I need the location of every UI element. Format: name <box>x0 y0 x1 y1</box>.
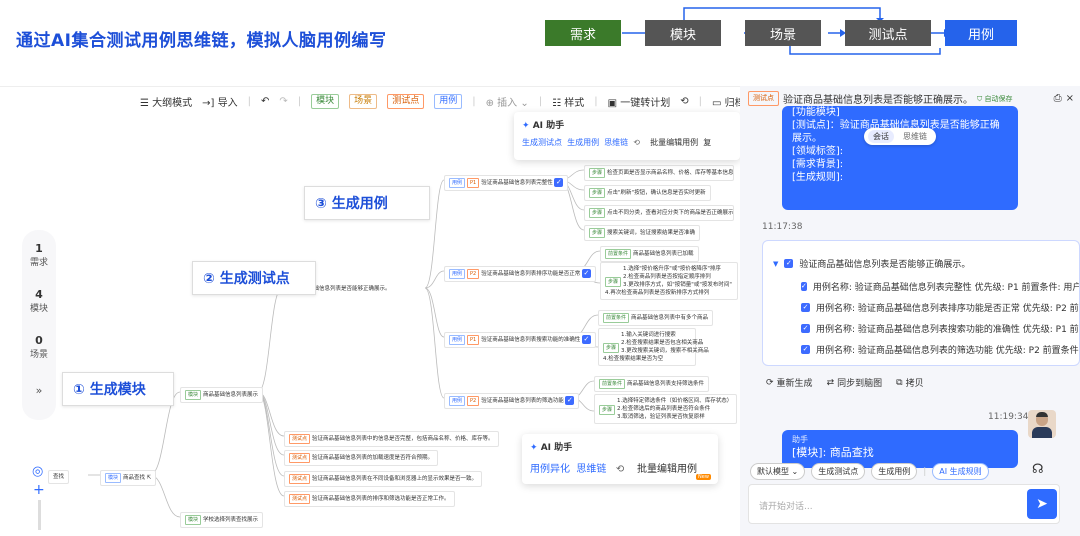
step-node[interactable]: 步骤 1.选择"按价格升序"或"按价格降序"排序 2.检查商品列表是否按指定顺序排… <box>600 262 738 300</box>
sync-mindmap-button[interactable]: ⇄ 同步到脑图 <box>826 376 883 390</box>
step-node[interactable]: 步骤 检查页面是否显示商品名称、价格、库存等基本信息 <box>584 165 734 181</box>
autosave-status: ⛉ 自动保存 <box>977 94 1013 103</box>
checkbox-checked-icon[interactable]: ✓ <box>581 335 591 344</box>
precondition-node[interactable]: 前置条件 商品基础信息列表已加载 <box>600 246 699 262</box>
quick-generate-case[interactable]: 生成用例 <box>871 463 918 480</box>
checkbox-checked-icon[interactable]: ✓ <box>801 303 810 312</box>
ai-tabs: 生成测试点 生成用例 思维链 ⟲ 批量编辑用例 复 <box>522 137 711 148</box>
tab-chain-of-thought[interactable]: 思维链 <box>604 138 628 147</box>
headset-icon[interactable]: ☊ <box>1032 462 1044 477</box>
ai-tabs: 用例异化 思维链 ⟲ 批量编辑用例 <box>530 460 697 475</box>
more-button[interactable]: 复 <box>703 138 711 147</box>
chevron-down-icon: ⌄ <box>791 467 799 476</box>
testpoint-node[interactable]: 测试点 验证商品基础信息列表在不同设备和浏览器上的显示效果是否一致。 <box>284 471 483 487</box>
flow-step-scene: 场景 <box>745 20 821 46</box>
card-actions: ⟳ 重新生成 ⇄ 同步到脑图 ⧉ 拷贝 <box>766 376 924 390</box>
testpoint-node[interactable]: 测试点 验证商品基础信息列表的加载速度是否符合预期。 <box>284 450 439 466</box>
model-select[interactable]: 默认模型 ⌄ <box>750 463 806 480</box>
case-node[interactable]: 用例 P1 验证商品基础信息列表搜索功能的准确性 ✓ <box>444 332 596 348</box>
send-icon[interactable]: ➤ <box>1027 489 1057 519</box>
ai-assistant-title: ✦ AI 助手 <box>522 121 565 131</box>
step-node[interactable]: 步骤 1.选择特定筛选条件（如价格区间、库存状态） 2.检查筛选后的商品列表是否符… <box>594 394 738 424</box>
toggle-chain[interactable]: 思维链 <box>898 130 932 143</box>
sync-icon: ⇄ <box>826 377 835 388</box>
ai-logo-icon: ✦ <box>522 121 533 131</box>
step-node[interactable]: 步骤 搜索关键词，验证搜索结果是否准确 <box>584 225 701 241</box>
avatar <box>1028 410 1056 438</box>
quick-generate-testpoint[interactable]: 生成测试点 <box>811 463 866 480</box>
close-icon[interactable]: × <box>1066 93 1074 104</box>
chat-input-placeholder: 请开始对话... <box>759 502 813 512</box>
toggle-session[interactable]: 会话 <box>868 130 894 143</box>
step-label-generate-testpoint: ② 生成测试点 <box>192 261 316 295</box>
timestamp: 11:19:34 <box>988 412 1029 422</box>
user-message-bubble: [功能模块] [测试点]：验证商品基础信息列表是否能够正确展示。 [领域标签]:… <box>782 106 1018 210</box>
flow-step-testpoint: 测试点 <box>845 20 931 46</box>
checkbox-checked-icon[interactable]: ✓ <box>581 269 591 278</box>
case-node[interactable]: 用例 P2 验证商品基础信息列表的筛选功能 ✓ <box>444 393 580 409</box>
case-node[interactable]: 用例 P2 验证商品基础信息列表排序功能是否正常 ✓ <box>444 266 596 282</box>
step-label-generate-case: ③ 生成用例 <box>304 186 430 220</box>
case-group-title: ▼ ✓ 验证商品基础信息列表是否能够正确展示。 <box>773 259 971 270</box>
case-item[interactable]: ✓ 用例名称: 验证商品基础信息列表完整性 优先级: P1 前置条件: 用户 <box>763 276 1079 297</box>
batch-edit-button[interactable]: 批量编辑用例 <box>637 464 697 475</box>
ai-logo-icon: ✦ <box>530 443 541 453</box>
caret-down-icon[interactable]: ▼ <box>773 260 778 268</box>
ai-rule-button[interactable]: AI 生成规则 <box>932 463 989 480</box>
ai-assistant-title: ✦ AI 助手 <box>530 443 573 453</box>
checkbox-checked-icon[interactable]: ✓ <box>554 178 564 187</box>
precondition-node[interactable]: 前置条件 商品基础信息列表支持筛选条件 <box>594 376 710 392</box>
case-item[interactable]: ✓ 用例名称: 验证商品基础信息列表排序功能是否正常 优先级: P2 前 <box>763 297 1079 318</box>
step-node[interactable]: 步骤 点击"刷新"按钮，确认信息是否实时更新 <box>584 185 711 201</box>
tab-generate-case[interactable]: 生成用例 <box>567 138 599 147</box>
selected-node-tag: 测试点 <box>748 91 779 106</box>
view-toggle[interactable]: 会话 思维链 <box>864 128 936 145</box>
external-link-icon: ⇱ <box>146 475 152 481</box>
chat-input-box[interactable]: 请开始对话... ➤ <box>748 484 1060 524</box>
timestamp: 11:17:38 <box>762 222 803 232</box>
refresh-icon: ⟳ <box>766 377 774 388</box>
selected-node-title: 验证商品基础信息列表是否能够正确展示。 <box>783 95 973 106</box>
tab-chain-of-thought[interactable]: 思维链 <box>576 464 606 475</box>
chat-header: 测试点 验证商品基础信息列表是否能够正确展示。 ⛉ 自动保存 ⎙ × <box>748 91 1074 106</box>
root-node[interactable]: 查找 <box>48 470 70 484</box>
chat-options-bar: 默认模型 ⌄ 生成测试点 生成用例 | AI 生成规则 <box>750 463 989 480</box>
module-node[interactable]: 模块 商品基础信息列表展示 <box>180 387 264 403</box>
history-icon[interactable]: ⟲ <box>616 464 624 475</box>
tab-generate-testpoint[interactable]: 生成测试点 <box>522 138 562 147</box>
step-label-generate-module: ① 生成模块 <box>62 372 174 406</box>
copy-icon: ⧉ <box>896 377 903 388</box>
flow-step-case: 用例 <box>945 20 1017 46</box>
step-node[interactable]: 步骤 1.输入关键词进行搜索 2.检查搜索结果是否包含相关商品 3.更改搜索关键词… <box>598 328 709 366</box>
batch-edit-button[interactable]: 批量编辑用例 <box>650 138 698 147</box>
testpoint-node[interactable]: 测试点 验证商品基础信息列表中的信息是否完整，包括商品名称、价格、库存等。 <box>284 431 499 447</box>
checkbox-checked-icon[interactable]: ✓ <box>801 282 807 291</box>
module-node[interactable]: 模块 学校选择列表查找展示 <box>180 512 264 528</box>
case-node[interactable]: 用例 P1 验证商品基础信息列表完整性 ✓ <box>444 175 569 191</box>
precondition-node[interactable]: 前置条件 商品基础信息列表中有多个商品 <box>598 310 714 326</box>
checkbox-checked-icon[interactable]: ✓ <box>801 345 810 354</box>
ai-assistant-popup: ✦ AI 助手 生成测试点 生成用例 思维链 ⟲ 批量编辑用例 复 <box>514 112 740 160</box>
new-badge: New <box>696 474 711 480</box>
history-icon[interactable]: ⟲ <box>633 138 640 147</box>
tab-case-variation[interactable]: 用例异化 <box>530 464 570 475</box>
testpoint-node[interactable]: 测试点 验证商品基础信息列表的排序和筛选功能是否正常工作。 <box>284 491 455 507</box>
root-node-main[interactable]: 模块 商品查找 ⇱ <box>100 470 157 486</box>
lock-icon[interactable]: ⎙ <box>1054 93 1062 104</box>
step-node[interactable]: 步骤 点击不同分类，查看对应分类下的商品是否正确展示 <box>584 205 734 221</box>
generated-cases-card: ▼ ✓ 验证商品基础信息列表是否能够正确展示。 ✓ 用例名称: 验证商品基础信息列… <box>762 240 1080 366</box>
checkbox-checked-icon[interactable]: ✓ <box>784 259 794 268</box>
regenerate-button[interactable]: ⟳ 重新生成 <box>766 376 813 390</box>
checkbox-checked-icon[interactable]: ✓ <box>565 396 575 405</box>
ai-assistant-popup: ✦ AI 助手 用例异化 思维链 ⟲ 批量编辑用例 New <box>522 434 718 484</box>
checkbox-checked-icon[interactable]: ✓ <box>801 324 810 333</box>
case-item[interactable]: ✓ 用例名称: 验证商品基础信息列表的筛选功能 优先级: P2 前置条件 <box>763 339 1079 360</box>
case-item[interactable]: ✓ 用例名称: 验证商品基础信息列表搜索功能的准确性 优先级: P1 前 <box>763 318 1079 339</box>
copy-button[interactable]: ⧉ 拷贝 <box>896 376 923 390</box>
